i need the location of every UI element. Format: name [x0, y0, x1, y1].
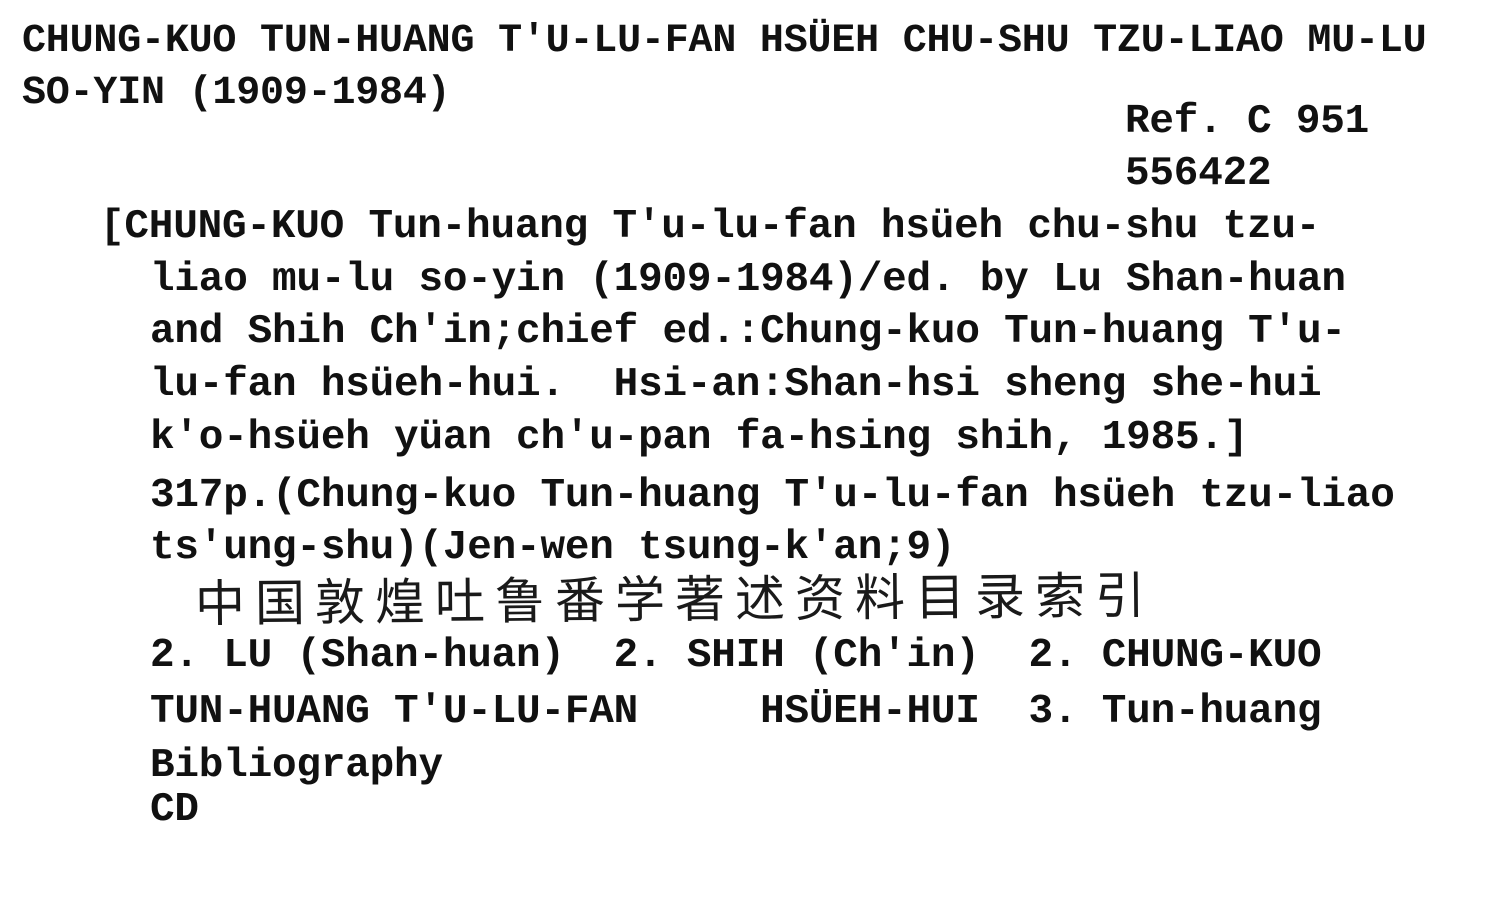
collation-line-1: 317p.(Chung-kuo Tun-huang T'u-lu-fan hsü… [150, 473, 1395, 519]
catalog-card: CHUNG-KUO TUN-HUANG T'U-LU-FAN HSÜEH CHU… [0, 0, 1509, 907]
heading-title-line-2: SO-YIN (1909-1984) [22, 71, 451, 116]
tracing-line-2: TUN-HUANG T'U-LU-FAN HSÜEH-HUI 3. Tun-hu… [150, 689, 1322, 735]
call-number-line-2: 556422 [1125, 151, 1272, 197]
body-line-4: lu-fan hsüeh-hui. Hsi-an:Shan-hsi sheng … [150, 362, 1322, 408]
body-line-3: and Shih Ch'in;chief ed.:Chung-kuo Tun-h… [150, 309, 1346, 355]
tracing-line-3: Bibliography [150, 743, 443, 789]
tracing-line-1: 2. LU (Shan-huan) 2. SHIH (Ch'in) 2. CHU… [150, 633, 1322, 679]
collation-line-2: ts'ung-shu)(Jen-wen tsung-k'an;9) [150, 525, 956, 571]
handwritten-chinese-title: 中国敦煌吐鲁番学著述资料目录索引 [194, 566, 1156, 634]
tracing-line-4: CD [150, 787, 199, 833]
call-number-line-1: Ref. C 951 [1125, 99, 1370, 145]
body-line-5: k'o-hsüeh yüan ch'u-pan fa-hsing shih, 1… [150, 415, 1249, 461]
body-line-2: liao mu-lu so-yin (1909-1984)/ed. by Lu … [150, 257, 1346, 303]
body-line-1: [CHUNG-KUO Tun-huang T'u-lu-fan hsüeh ch… [100, 204, 1321, 250]
heading-title-line-1: CHUNG-KUO TUN-HUANG T'U-LU-FAN HSÜEH CHU… [22, 19, 1427, 64]
